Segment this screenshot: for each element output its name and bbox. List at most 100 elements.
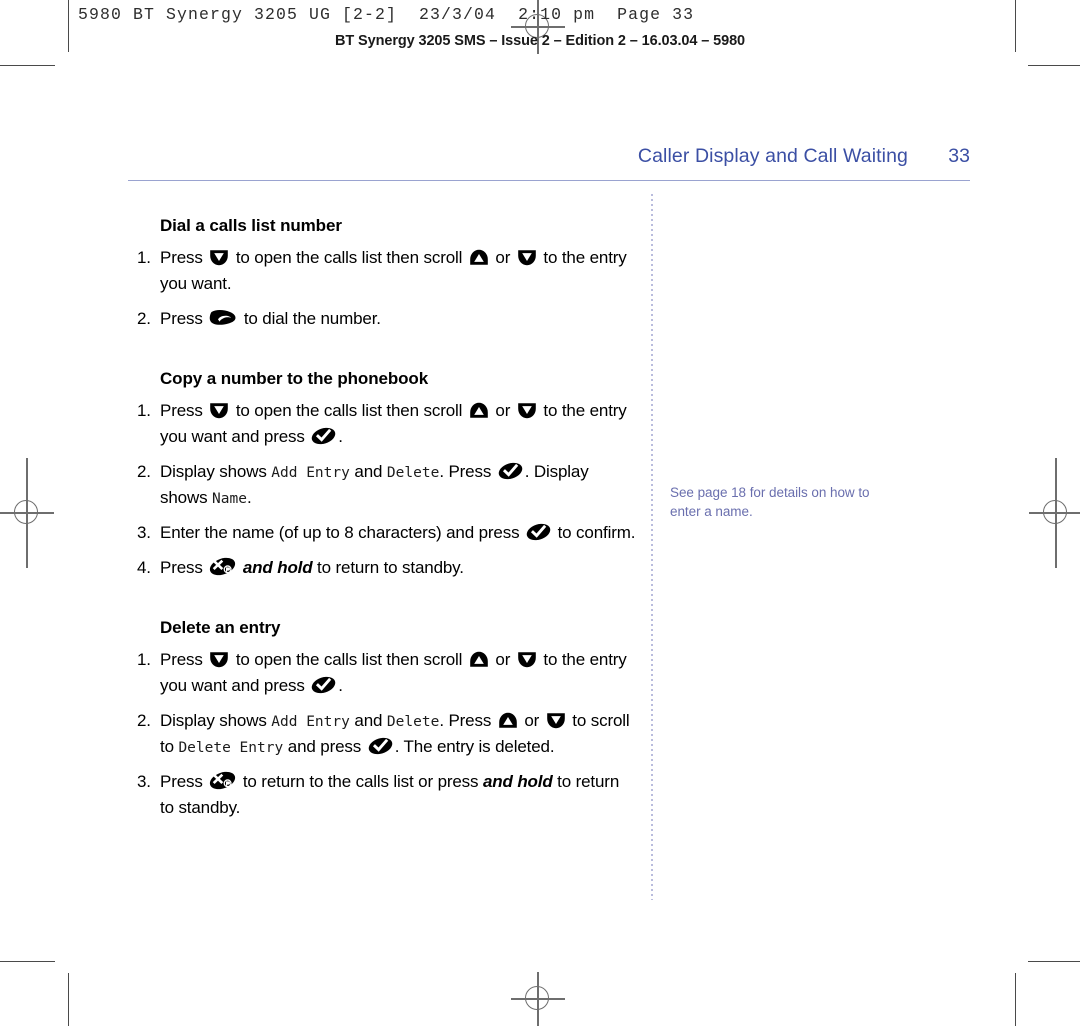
step-text: to return to the calls list or press — [238, 771, 483, 791]
tick-key-icon — [368, 737, 393, 755]
step-text: and — [349, 462, 387, 482]
section-delete-an-entry: Delete an entry 1. Press to open the calls… — [137, 618, 637, 820]
step-text: or — [519, 711, 544, 731]
registration-mark-left — [0, 458, 54, 568]
crop-mark-bottom-right-horizontal — [1028, 961, 1080, 962]
lcd-display-text: Delete — [386, 714, 440, 731]
page-title: Caller Display and Call Waiting — [637, 145, 908, 167]
step-number: 3. — [137, 522, 151, 542]
printer-slug-line: 5980 BT Synergy 3205 UG [2-2] 23/3/04 2:… — [78, 5, 695, 24]
step-text: Display shows — [160, 462, 272, 482]
registration-mark-circle — [525, 986, 549, 1010]
crop-mark-top-right-horizontal — [1028, 65, 1080, 66]
step-number: 4. — [137, 557, 151, 577]
step-text: . Press — [439, 711, 496, 731]
page-header: Caller Display and Call Waiting 33 — [128, 145, 970, 181]
step-text: Press — [160, 650, 208, 670]
down-arrow-key-icon — [209, 249, 229, 266]
down-arrow-key-icon — [517, 402, 537, 419]
step-item: 1. Press to open the calls list then scro… — [137, 245, 637, 297]
emphasis-text: and hold — [242, 557, 313, 577]
down-arrow-key-icon — [209, 402, 229, 419]
step-text: Display shows — [160, 711, 272, 731]
step-text: . Press — [439, 462, 496, 482]
step-text: Press — [160, 557, 208, 577]
header-rule — [128, 180, 970, 181]
lcd-display-text: Delete — [386, 465, 440, 482]
down-arrow-key-icon — [209, 651, 229, 668]
step-number: 3. — [137, 771, 151, 791]
end-call-key-icon — [209, 557, 236, 576]
down-arrow-key-icon — [517, 651, 537, 668]
up-arrow-key-icon — [498, 712, 518, 729]
lcd-display-text: Add Entry — [271, 465, 350, 482]
registration-mark-circle — [1043, 500, 1067, 524]
section-heading: Copy a number to the phonebook — [160, 369, 429, 389]
step-text: to open the calls list then scroll — [231, 248, 467, 267]
step-text: . — [338, 676, 343, 696]
phone-handset-key-icon — [209, 309, 237, 327]
step-item: 2. Display shows Add Entry and Delete. Pr… — [137, 459, 637, 511]
tick-key-icon — [526, 523, 551, 541]
step-text: to open the calls list then scroll — [231, 401, 467, 421]
step-item: 1. Press to open the calls list then scro… — [137, 398, 637, 450]
down-arrow-key-icon — [546, 712, 566, 729]
step-text: and — [349, 711, 387, 731]
registration-mark-circle — [14, 500, 38, 524]
lcd-display-text: Delete Entry — [178, 739, 284, 756]
step-text: Press — [160, 308, 208, 328]
edition-footer-line: BT Synergy 3205 SMS – Issue 2 – Edition … — [335, 33, 745, 49]
step-list: 1. Press to open the calls list then scro… — [137, 398, 637, 580]
main-content-column: Dial a calls list number 1. Press to open … — [137, 216, 637, 844]
step-list: 1. Press to open the calls list then scro… — [137, 647, 637, 820]
tick-key-icon — [311, 676, 336, 694]
step-number: 1. — [137, 650, 151, 670]
step-item: 1. Press to open the calls list then scro… — [137, 647, 637, 699]
step-text: or — [490, 401, 515, 421]
registration-mark-right — [1029, 458, 1080, 568]
crop-mark-bottom-right-vertical — [1015, 973, 1016, 1026]
emphasis-text: and hold — [482, 771, 553, 791]
step-text: and press — [283, 736, 366, 756]
step-text: Press — [160, 401, 208, 421]
section-dial-a-calls-list-number: Dial a calls list number 1. Press to open … — [137, 216, 637, 331]
end-call-key-icon — [209, 771, 236, 790]
crop-mark-bottom-left-horizontal — [0, 961, 55, 962]
step-text: or — [490, 650, 515, 670]
registration-mark-bottom-center — [511, 972, 565, 1026]
step-number: 1. — [137, 248, 151, 267]
step-text: to open the calls list then scroll — [231, 650, 467, 670]
step-text: to confirm. — [553, 522, 636, 542]
step-number: 2. — [137, 308, 151, 328]
step-text: . — [246, 487, 252, 507]
section-heading: Delete an entry — [160, 618, 281, 638]
step-item: 4. Press and hold to return to standby. — [137, 555, 637, 581]
step-number: 1. — [137, 401, 151, 421]
step-item: 2. Display shows Add Entry and Delete. Pr… — [137, 708, 637, 760]
column-divider-dotted — [651, 194, 653, 900]
step-item: 2. Press to dial the number. — [137, 306, 637, 332]
step-text: or — [490, 248, 515, 267]
step-number: 2. — [137, 711, 151, 731]
step-list: 1. Press to open the calls list then scro… — [137, 245, 637, 331]
section-copy-a-number-to-the-phonebook: Copy a number to the phonebook 1. Press to… — [137, 369, 637, 580]
tick-key-icon — [498, 462, 523, 480]
step-text: Enter the name (of up to 8 characters) a… — [160, 522, 525, 542]
lcd-display-text: Name — [212, 490, 247, 507]
step-text: . The entry is deleted. — [394, 736, 555, 756]
up-arrow-key-icon — [469, 402, 489, 419]
up-arrow-key-icon — [469, 651, 489, 668]
step-item: 3. Enter the name (of up to 8 characters)… — [137, 520, 637, 546]
step-text: Press — [160, 771, 208, 791]
step-text: . — [338, 427, 343, 447]
step-text: to return to standby. — [312, 557, 464, 577]
step-item: 3. Press to return to the calls list or p… — [137, 769, 637, 821]
crop-mark-bottom-left-vertical — [68, 973, 69, 1026]
step-text: to dial the number. — [239, 308, 381, 328]
section-heading: Dial a calls list number — [160, 216, 342, 235]
tick-key-icon — [311, 427, 336, 445]
margin-note: See page 18 for details on how to enter … — [670, 485, 870, 520]
down-arrow-key-icon — [517, 249, 537, 266]
crop-mark-top-left-horizontal — [0, 65, 55, 66]
page-number-label: 33 — [948, 145, 970, 167]
